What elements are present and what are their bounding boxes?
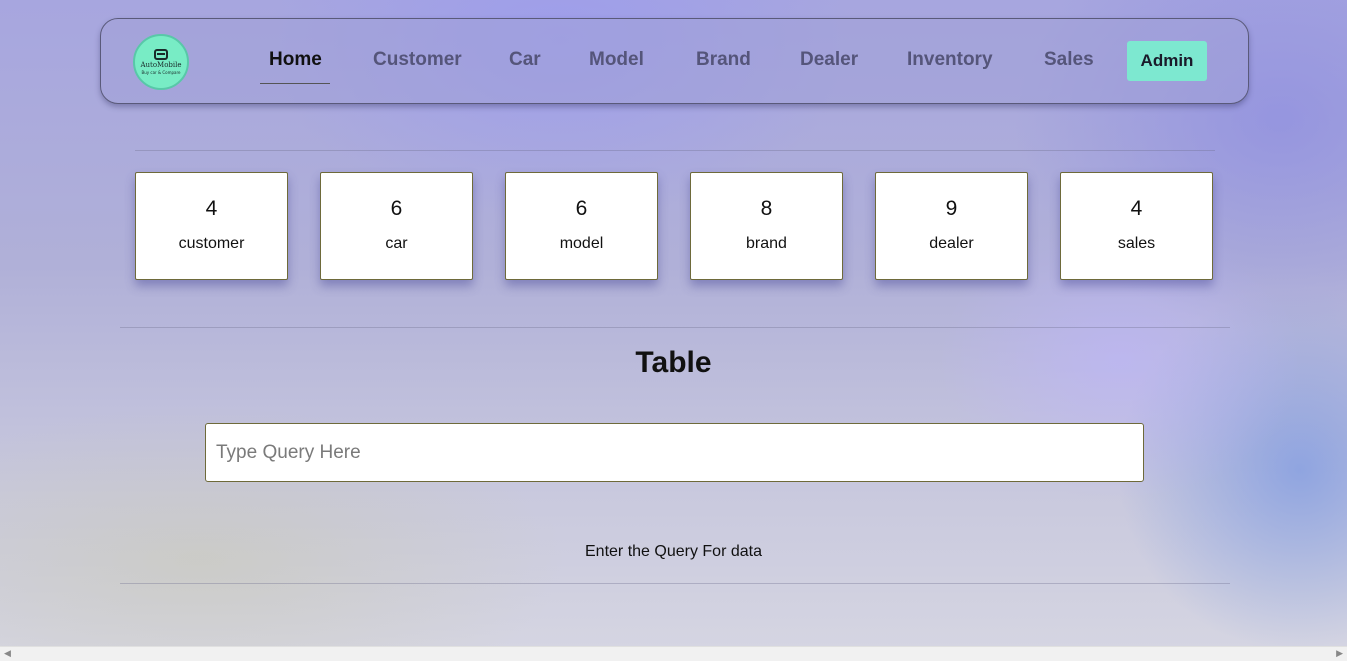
nav-item-brand[interactable]: Brand <box>696 49 751 71</box>
stat-label: model <box>559 235 604 252</box>
scroll-left-icon[interactable]: ◀ <box>4 649 11 659</box>
nav-item-customer[interactable]: Customer <box>373 49 462 71</box>
stat-card-sales: 4 sales <box>1060 172 1213 280</box>
stat-label: brand <box>746 235 787 252</box>
stat-label: sales <box>1117 235 1156 252</box>
nav-item-home[interactable]: Home <box>269 49 322 71</box>
stat-count: 9 <box>945 197 958 220</box>
middle-divider <box>120 327 1230 328</box>
stat-card-brand: 8 brand <box>690 172 843 280</box>
stat-count: 6 <box>575 197 588 220</box>
nav-item-inventory[interactable]: Inventory <box>907 49 993 71</box>
admin-button[interactable]: Admin <box>1127 41 1207 81</box>
page: AutoMobile Buy car & Compare Home Custom… <box>0 0 1347 646</box>
bottom-divider <box>120 583 1230 584</box>
nav-item-sales[interactable]: Sales <box>1044 49 1094 71</box>
nav-item-model[interactable]: Model <box>589 49 644 71</box>
active-nav-underline <box>260 83 330 84</box>
stat-count: 6 <box>390 197 403 220</box>
query-input[interactable] <box>205 423 1144 482</box>
stat-label: dealer <box>929 235 974 252</box>
nav-item-dealer[interactable]: Dealer <box>800 49 858 71</box>
nav-item-car[interactable]: Car <box>509 49 541 71</box>
bus-icon <box>154 49 168 60</box>
stat-card-customer: 4 customer <box>135 172 288 280</box>
stat-card-dealer: 9 dealer <box>875 172 1028 280</box>
table-title: Table <box>635 346 712 379</box>
logo-tagline: Buy car & Compare <box>141 70 181 75</box>
stat-count: 4 <box>205 197 218 220</box>
stat-card-model: 6 model <box>505 172 658 280</box>
navbar: AutoMobile Buy car & Compare Home Custom… <box>100 18 1249 104</box>
stat-label: car <box>385 235 408 252</box>
logo[interactable]: AutoMobile Buy car & Compare <box>133 34 189 90</box>
horizontal-scrollbar[interactable]: ◀ ▶ <box>0 646 1347 661</box>
query-hint: Enter the Query For data <box>585 543 762 560</box>
stat-count: 8 <box>760 197 773 220</box>
stat-label: customer <box>178 235 245 252</box>
scroll-right-icon[interactable]: ▶ <box>1336 649 1343 659</box>
stat-card-car: 6 car <box>320 172 473 280</box>
stat-count: 4 <box>1130 197 1143 220</box>
logo-name: AutoMobile <box>140 61 182 69</box>
top-divider <box>135 150 1215 151</box>
